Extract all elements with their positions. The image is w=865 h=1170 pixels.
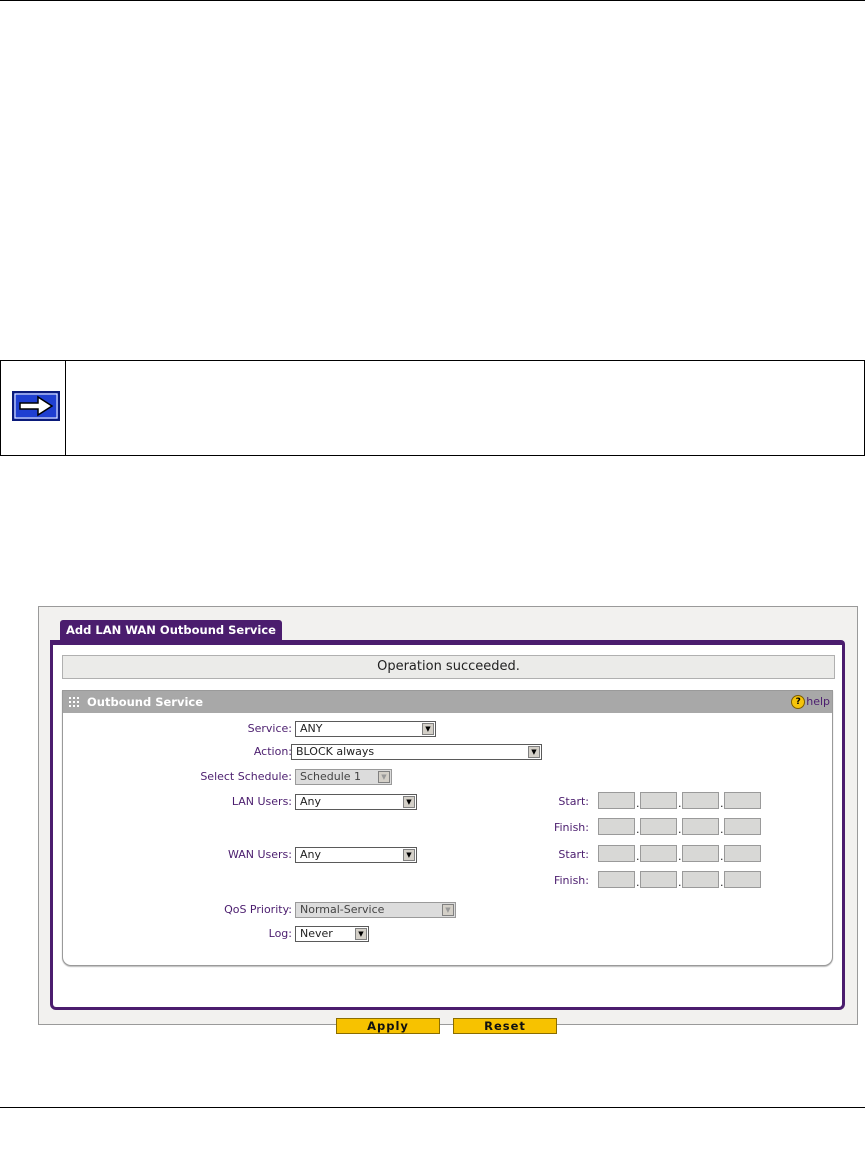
wan-finish-ip-octet-2[interactable] bbox=[640, 871, 677, 888]
ip-dot: . bbox=[720, 797, 724, 810]
lan-finish-ip-octet-3[interactable] bbox=[682, 818, 719, 835]
chevron-down-icon: ▼ bbox=[422, 723, 434, 735]
section-header: Outbound Service ? help bbox=[63, 691, 832, 713]
wan-start-ip-octet-1[interactable] bbox=[598, 845, 635, 862]
help-label: help bbox=[806, 695, 830, 708]
ip-dot: . bbox=[678, 876, 682, 889]
ip-dot: . bbox=[720, 850, 724, 863]
lan-users-value: Any bbox=[300, 795, 322, 808]
action-value: BLOCK always bbox=[296, 745, 375, 758]
outbound-service-section: Outbound Service ? help Service: ANY ▼ Ac… bbox=[62, 690, 833, 966]
log-value: Never bbox=[300, 927, 333, 940]
wan-users-label: WAN Users: bbox=[227, 848, 292, 861]
tab-add-lan-wan-outbound-service[interactable]: Add LAN WAN Outbound Service bbox=[60, 620, 282, 640]
service-value: ANY bbox=[300, 722, 323, 735]
router-screenshot: Add LAN WAN Outbound Service Operation s… bbox=[38, 606, 858, 1034]
chevron-down-icon: ▼ bbox=[355, 928, 367, 940]
help-link[interactable]: ? help bbox=[791, 695, 830, 709]
qos-priority-select[interactable]: Normal-Service ▼ bbox=[295, 902, 456, 918]
ip-dot: . bbox=[720, 823, 724, 836]
main-panel: Operation succeeded. Outbound Service ? h… bbox=[50, 645, 845, 1034]
lan-users-label: LAN Users: bbox=[231, 795, 292, 808]
lan-start-ip-octet-4[interactable] bbox=[724, 792, 761, 809]
chevron-down-icon: ▼ bbox=[442, 904, 454, 916]
log-label: Log: bbox=[268, 927, 292, 940]
help-icon: ? bbox=[791, 695, 806, 709]
lan-finish-ip-octet-1[interactable] bbox=[598, 818, 635, 835]
note-box bbox=[0, 360, 865, 456]
lan-start-ip-octet-2[interactable] bbox=[640, 792, 677, 809]
schedule-value: Schedule 1 bbox=[300, 770, 362, 783]
reset-button[interactable]: Reset bbox=[453, 1018, 557, 1034]
wan-start-ip-octet-2[interactable] bbox=[640, 845, 677, 862]
top-rule bbox=[0, 0, 865, 1]
lan-finish-ip-octet-4[interactable] bbox=[724, 818, 761, 835]
bottom-rule bbox=[0, 1107, 865, 1108]
lan-finish-ip-octet-2[interactable] bbox=[640, 818, 677, 835]
chevron-down-icon: ▼ bbox=[378, 771, 390, 783]
lan-finish-label: Finish: bbox=[553, 821, 589, 834]
lan-users-select[interactable]: Any ▼ bbox=[295, 794, 417, 810]
section-title: Outbound Service bbox=[87, 695, 204, 709]
wan-finish-ip-octet-3[interactable] bbox=[682, 871, 719, 888]
ip-dot: . bbox=[678, 823, 682, 836]
schedule-label: Select Schedule: bbox=[200, 770, 292, 783]
note-icon-cell bbox=[1, 361, 66, 455]
chevron-down-icon: ▼ bbox=[528, 746, 540, 758]
ip-dot: . bbox=[636, 823, 640, 836]
right-arrow-icon bbox=[12, 391, 60, 421]
grip-icon bbox=[69, 697, 79, 707]
lan-start-ip-octet-3[interactable] bbox=[682, 792, 719, 809]
ip-dot: . bbox=[720, 876, 724, 889]
wan-start-ip-octet-3[interactable] bbox=[682, 845, 719, 862]
lan-start-ip-octet-1[interactable] bbox=[598, 792, 635, 809]
action-select[interactable]: BLOCK always ▼ bbox=[291, 744, 542, 760]
chevron-down-icon: ▼ bbox=[403, 849, 415, 861]
log-select[interactable]: Never ▼ bbox=[295, 926, 369, 942]
service-select[interactable]: ANY ▼ bbox=[295, 721, 436, 737]
ip-dot: . bbox=[636, 797, 640, 810]
status-message: Operation succeeded. bbox=[62, 655, 835, 679]
ip-dot: . bbox=[636, 850, 640, 863]
wan-finish-ip-octet-4[interactable] bbox=[724, 871, 761, 888]
wan-start-label: Start: bbox=[558, 848, 589, 861]
wan-finish-ip-octet-1[interactable] bbox=[598, 871, 635, 888]
ip-dot: . bbox=[678, 797, 682, 810]
chevron-down-icon: ▼ bbox=[403, 796, 415, 808]
wan-users-value: Any bbox=[300, 848, 322, 861]
ip-dot: . bbox=[636, 876, 640, 889]
wan-finish-label: Finish: bbox=[553, 874, 589, 887]
apply-button[interactable]: Apply bbox=[336, 1018, 440, 1034]
wan-users-select[interactable]: Any ▼ bbox=[295, 847, 417, 863]
qos-priority-value: Normal-Service bbox=[300, 903, 385, 916]
service-label: Service: bbox=[247, 722, 292, 735]
schedule-select[interactable]: Schedule 1 ▼ bbox=[295, 769, 392, 785]
wan-start-ip-octet-4[interactable] bbox=[724, 845, 761, 862]
qos-priority-label: QoS Priority: bbox=[224, 903, 292, 916]
lan-start-label: Start: bbox=[558, 795, 589, 808]
action-label: Action: bbox=[253, 745, 292, 758]
ip-dot: . bbox=[678, 850, 682, 863]
